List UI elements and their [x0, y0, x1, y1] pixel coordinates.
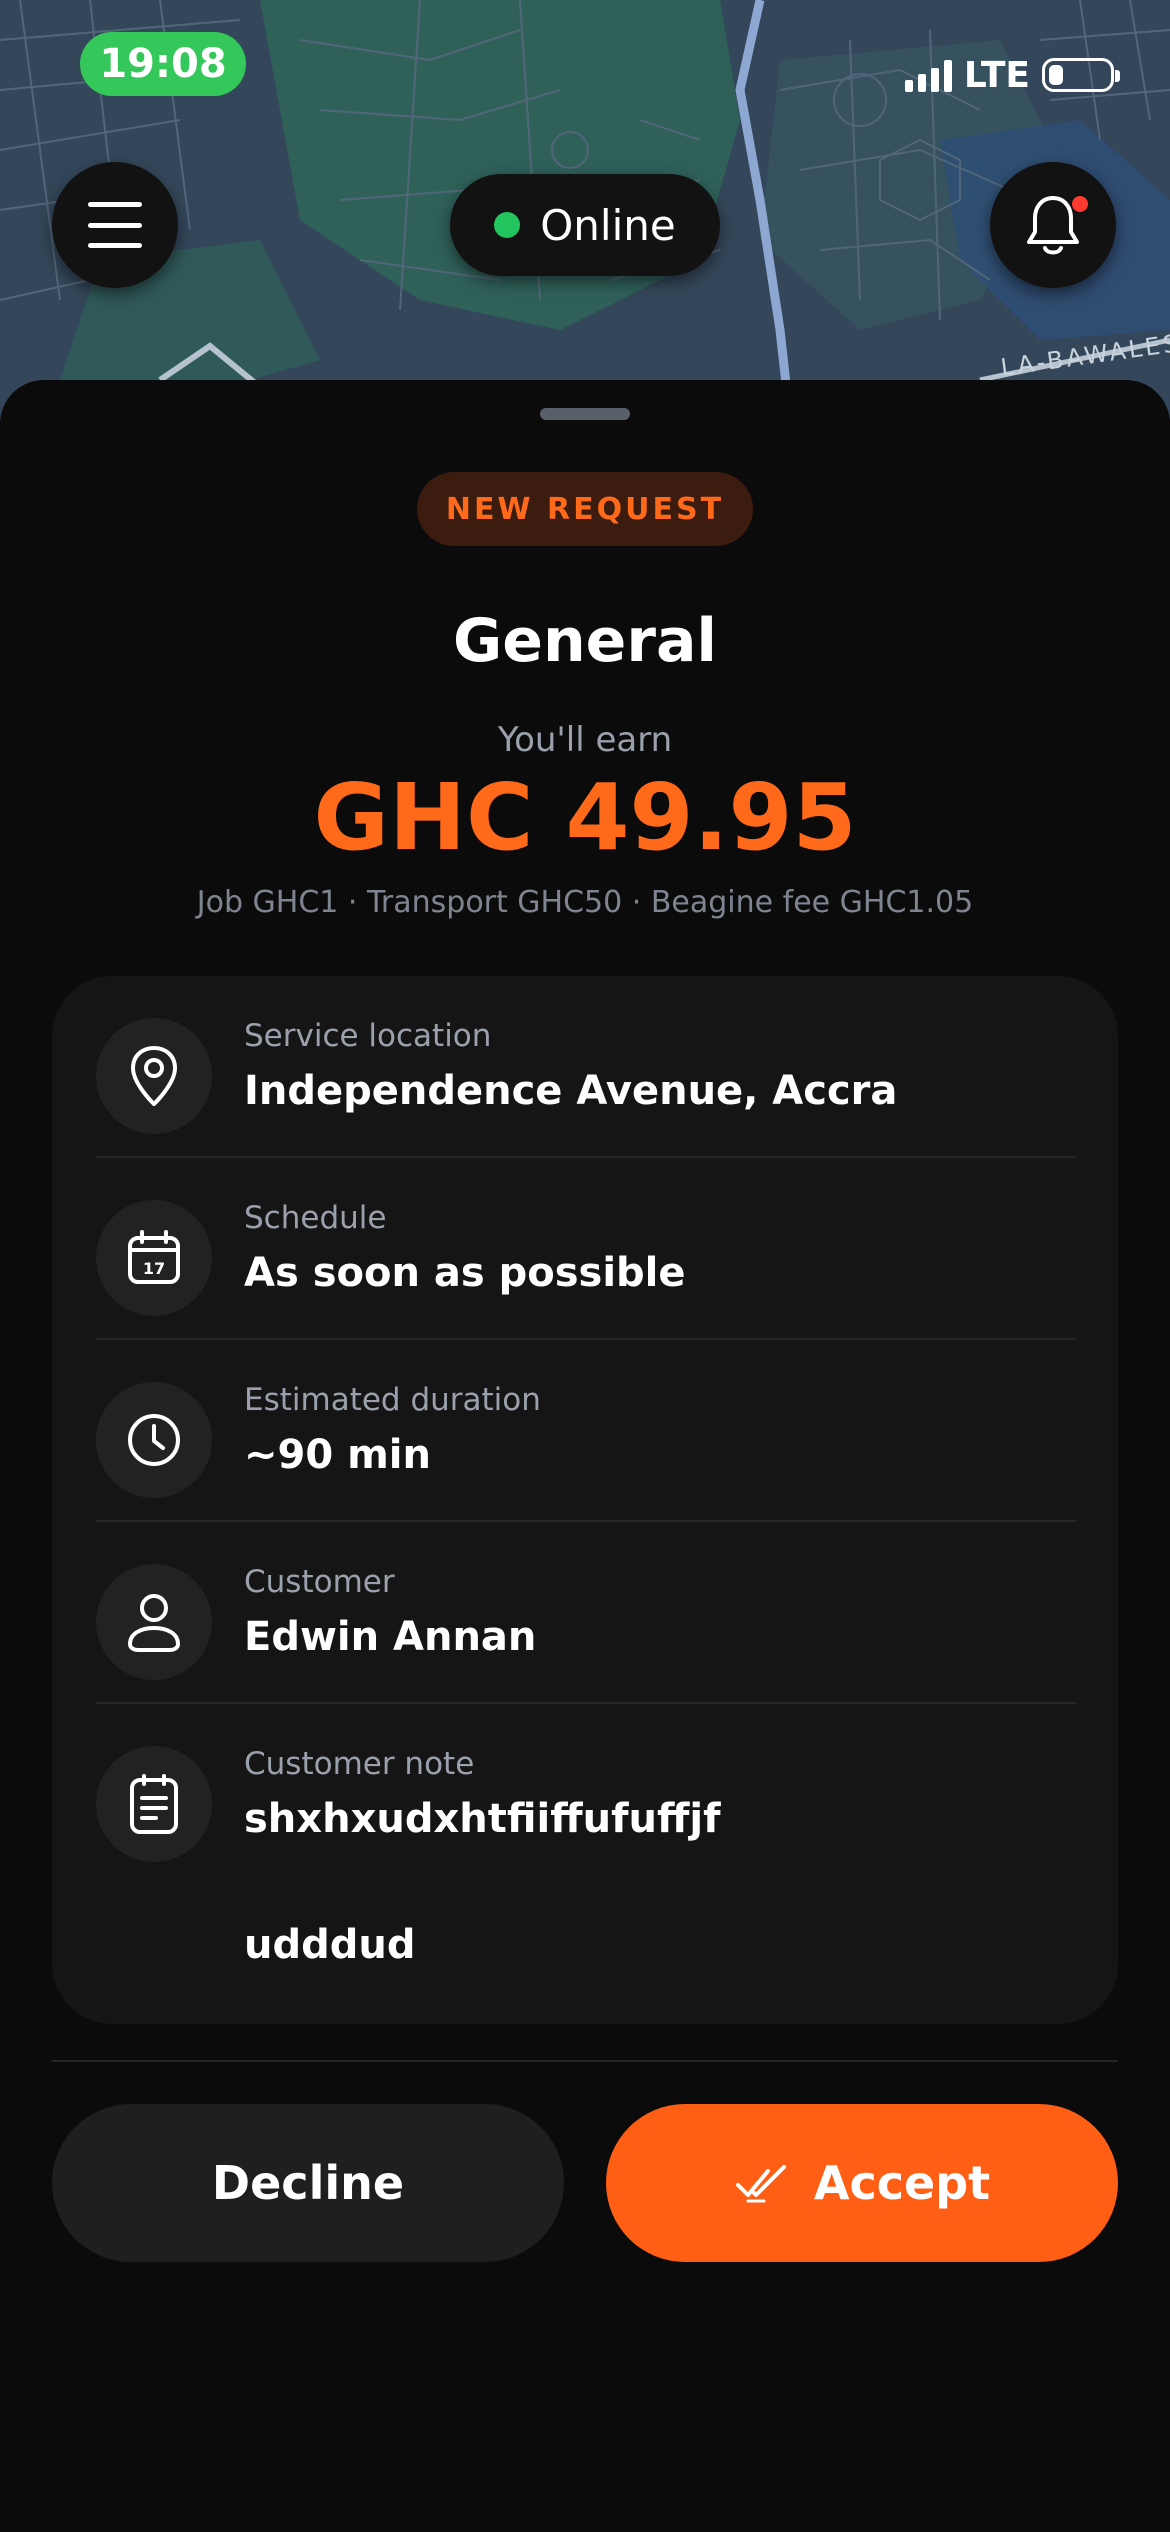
calendar-icon: 17: [96, 1200, 212, 1316]
divider: [96, 1156, 1076, 1158]
signal-icon: [904, 58, 952, 92]
detail-label: Estimated duration: [244, 1382, 541, 1418]
sheet-drag-handle[interactable]: [540, 408, 630, 420]
earn-label: You'll earn: [497, 720, 673, 760]
detail-value: Edwin Annan: [244, 1614, 537, 1660]
detail-value: Independence Avenue, Accra: [244, 1068, 898, 1114]
online-status-toggle[interactable]: Online: [450, 174, 720, 276]
request-sheet: NEW REQUEST General You'll earn GHC 49.9…: [0, 380, 1170, 2532]
battery-icon: [1042, 58, 1120, 92]
online-indicator-dot: [494, 212, 521, 238]
detail-value-line2: udddud: [244, 1922, 416, 1968]
double-check-icon: [735, 2165, 786, 2203]
fee-breakdown: Job GHC1 · Transport GHC50 · Beagine fee…: [196, 885, 974, 920]
service-title: General: [453, 606, 717, 676]
accept-label: Accept: [813, 2156, 991, 2210]
divider: [96, 1702, 1076, 1704]
earn-amount: GHC 49.95: [313, 764, 857, 871]
clock-icon: [96, 1382, 212, 1498]
detail-label: Schedule: [244, 1200, 387, 1236]
detail-label: Service location: [244, 1018, 492, 1054]
accept-button[interactable]: Accept: [606, 2104, 1118, 2262]
footer-divider: [52, 2060, 1118, 2062]
new-request-badge: NEW REQUEST: [417, 472, 753, 546]
network-label: LTE: [963, 54, 1030, 96]
divider: [96, 1338, 1076, 1340]
notification-badge: [1072, 196, 1088, 212]
status-time: 19:08: [80, 32, 246, 96]
decline-button[interactable]: Decline: [52, 2104, 564, 2262]
online-status-label: Online: [540, 200, 676, 250]
divider: [96, 1520, 1076, 1522]
detail-label: Customer: [244, 1564, 395, 1600]
decline-label: Decline: [211, 2156, 405, 2210]
location-pin-icon: [96, 1018, 212, 1134]
svg-text:17: 17: [143, 1259, 165, 1278]
status-indicators: LTE: [904, 50, 1120, 100]
note-icon: [96, 1746, 212, 1862]
detail-label: Customer note: [244, 1746, 475, 1782]
user-icon: [96, 1564, 212, 1680]
detail-value: shxhxudxhtfiiffufuffjf: [244, 1796, 721, 1842]
hamburger-icon: [88, 202, 142, 248]
detail-value: As soon as possible: [244, 1250, 686, 1296]
request-details-card: Service location Independence Avenue, Ac…: [52, 976, 1118, 2024]
notifications-button[interactable]: [990, 162, 1116, 288]
menu-button[interactable]: [52, 162, 178, 288]
detail-value: ~90 min: [244, 1432, 431, 1478]
